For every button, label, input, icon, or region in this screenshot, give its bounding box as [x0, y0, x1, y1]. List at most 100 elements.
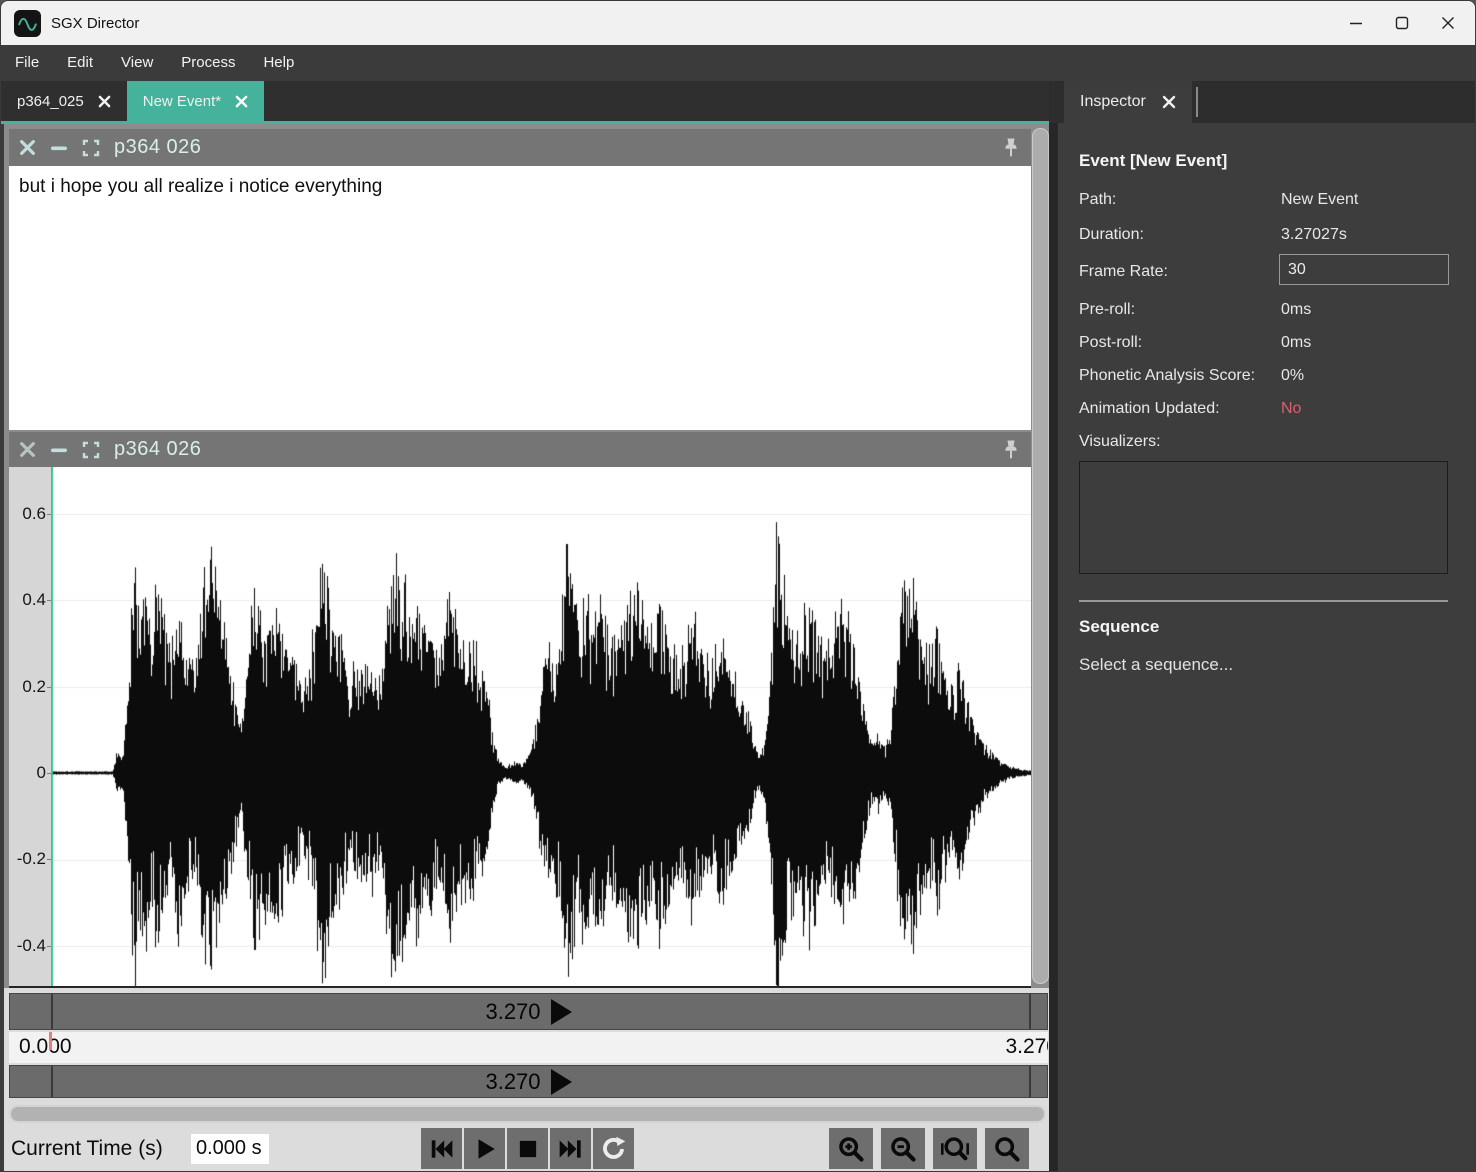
y-tick: 0.2: [22, 677, 46, 697]
timeline-controls-area: 3.270 0.000 3.270 3.270 Current Time (s)…: [4, 988, 1049, 1172]
skip-end-button[interactable]: [550, 1128, 591, 1169]
play-marker-icon: [551, 999, 572, 1025]
duration-value: 3.27027s: [1281, 226, 1347, 244]
horizontal-scrollbar[interactable]: [9, 1105, 1046, 1123]
tab-p364-025[interactable]: p364_025: [1, 81, 127, 121]
current-time-label: Current Time (s): [11, 1137, 163, 1161]
window-title: SGX Director: [51, 15, 139, 32]
path-value: New Event: [1281, 191, 1358, 209]
current-time-field[interactable]: 0.000 s: [191, 1134, 269, 1164]
menu-item-edit[interactable]: Edit: [53, 45, 107, 81]
tab-close-icon[interactable]: [235, 95, 248, 108]
window-maximize-icon[interactable]: [1379, 6, 1425, 40]
section-divider: [1079, 600, 1448, 602]
loop-button[interactable]: [593, 1128, 634, 1169]
loop-icon: [600, 1135, 627, 1162]
tab-label: New Event*: [143, 93, 221, 110]
panel-minimize-icon[interactable]: [50, 139, 68, 156]
y-tick: 0.4: [22, 590, 46, 610]
inspector-panel: Inspector Event [New Event] Path: New Ev…: [1049, 81, 1476, 1172]
panel-maximize-icon[interactable]: [82, 139, 100, 157]
menu-item-help[interactable]: Help: [249, 45, 308, 81]
menu-item-file[interactable]: File: [1, 45, 53, 81]
skip-start-icon: [428, 1136, 455, 1162]
ruler-end-time: 3.270: [1005, 1035, 1048, 1059]
menu-item-process[interactable]: Process: [167, 45, 249, 81]
tab-new-event[interactable]: New Event*: [127, 81, 264, 121]
transcript-panel-header[interactable]: p364 026: [9, 129, 1031, 166]
zoom-in-button[interactable]: [829, 1128, 873, 1169]
frame-rate-label: Frame Rate:: [1079, 263, 1168, 281]
phonetic-score-label: Phonetic Analysis Score:: [1079, 367, 1255, 385]
app-window: SGX Director File Edit View Process Help…: [0, 0, 1476, 1172]
tab-inspector[interactable]: Inspector: [1064, 81, 1192, 123]
zoom-out-icon: [889, 1135, 917, 1163]
timeline-loop-bar-bottom[interactable]: 3.270: [9, 1065, 1048, 1098]
play-marker-icon: [551, 1069, 572, 1095]
loop-end-time-label: 3.270: [485, 999, 540, 1025]
waveform-y-axis: 0.6 0.4 0.2 0 -0.2 -0.4: [9, 467, 51, 986]
timeline-loop-bar-top[interactable]: 3.270: [9, 993, 1048, 1030]
y-tick: -0.4: [17, 936, 46, 956]
transport-bar: Current Time (s) 0.000 s: [4, 1125, 1049, 1172]
zoom-fit-button[interactable]: [985, 1128, 1029, 1169]
transcript-text-area[interactable]: but i hope you all realize i notice ever…: [9, 166, 1031, 430]
waveform-panel-header[interactable]: p364 026: [9, 432, 1031, 467]
play-button[interactable]: [464, 1128, 505, 1169]
zoom-out-button[interactable]: [881, 1128, 925, 1169]
panel-close-icon[interactable]: [19, 441, 36, 458]
window-minimize-icon[interactable]: [1333, 6, 1379, 40]
skip-end-icon: [557, 1136, 584, 1162]
window-close-icon[interactable]: [1425, 6, 1471, 40]
inspector-content: Event [New Event] Path: New Event Durati…: [1049, 123, 1476, 1172]
stop-button[interactable]: [507, 1128, 548, 1169]
zoom-selection-icon: [940, 1135, 970, 1163]
playhead-marker[interactable]: [49, 1032, 52, 1050]
play-icon: [472, 1136, 498, 1162]
skip-start-button[interactable]: [421, 1128, 462, 1169]
zoom-fit-icon: [993, 1135, 1021, 1163]
waveform-panel-title: p364 026: [114, 438, 201, 461]
y-tick: -0.2: [17, 849, 46, 869]
path-label: Path:: [1079, 191, 1116, 209]
loop-end-handle[interactable]: [1029, 994, 1031, 1029]
tab-close-icon[interactable]: [1162, 95, 1176, 109]
y-tick: 0: [37, 763, 46, 783]
loop-end-handle[interactable]: [1029, 1066, 1031, 1097]
zoom-selection-button[interactable]: [933, 1128, 977, 1169]
transcript-text: but i hope you all realize i notice ever…: [19, 176, 382, 197]
visualizers-list-box[interactable]: [1079, 461, 1448, 574]
sequence-placeholder: Select a sequence...: [1079, 655, 1233, 675]
document-tabbar: p364_025 New Event*: [1, 81, 1049, 121]
waveform-plot-area: 0.6 0.4 0.2 0 -0.2 -0.4: [9, 467, 1031, 986]
tab-label: p364_025: [17, 93, 84, 110]
duration-label: Duration:: [1079, 226, 1144, 244]
animation-updated-label: Animation Updated:: [1079, 400, 1220, 418]
animation-updated-value: No: [1281, 400, 1301, 418]
vertical-scrollbar[interactable]: [1032, 128, 1049, 984]
pin-icon[interactable]: [1001, 137, 1021, 159]
menubar: File Edit View Process Help: [1, 45, 1476, 81]
horizontal-scrollbar-thumb[interactable]: [11, 1107, 1044, 1121]
pre-roll-value: 0ms: [1281, 301, 1311, 319]
time-ruler[interactable]: 0.000 3.270: [9, 1032, 1048, 1063]
panel-maximize-icon[interactable]: [82, 441, 100, 459]
loop-start-handle[interactable]: [51, 1066, 53, 1097]
loop-start-handle[interactable]: [51, 994, 53, 1029]
vertical-scrollbar-thumb[interactable]: [1033, 129, 1048, 983]
pin-icon[interactable]: [1001, 439, 1021, 461]
menu-item-view[interactable]: View: [107, 45, 167, 81]
zoom-in-icon: [837, 1135, 865, 1163]
inspector-tabrow: Inspector: [1049, 81, 1476, 123]
panel-close-icon[interactable]: [19, 139, 36, 156]
phonetic-score-value: 0%: [1281, 367, 1304, 385]
panel-minimize-icon[interactable]: [50, 441, 68, 458]
frame-rate-input[interactable]: [1279, 254, 1449, 285]
tab-close-icon[interactable]: [98, 95, 111, 108]
visualizers-label: Visualizers:: [1079, 433, 1161, 451]
loop-end-time-label: 3.270: [485, 1069, 540, 1095]
sequence-heading: Sequence: [1079, 617, 1159, 637]
ruler-start-time: 0.000: [19, 1035, 72, 1059]
waveform-canvas[interactable]: [51, 467, 1031, 986]
inspector-tab-label: Inspector: [1080, 93, 1146, 111]
